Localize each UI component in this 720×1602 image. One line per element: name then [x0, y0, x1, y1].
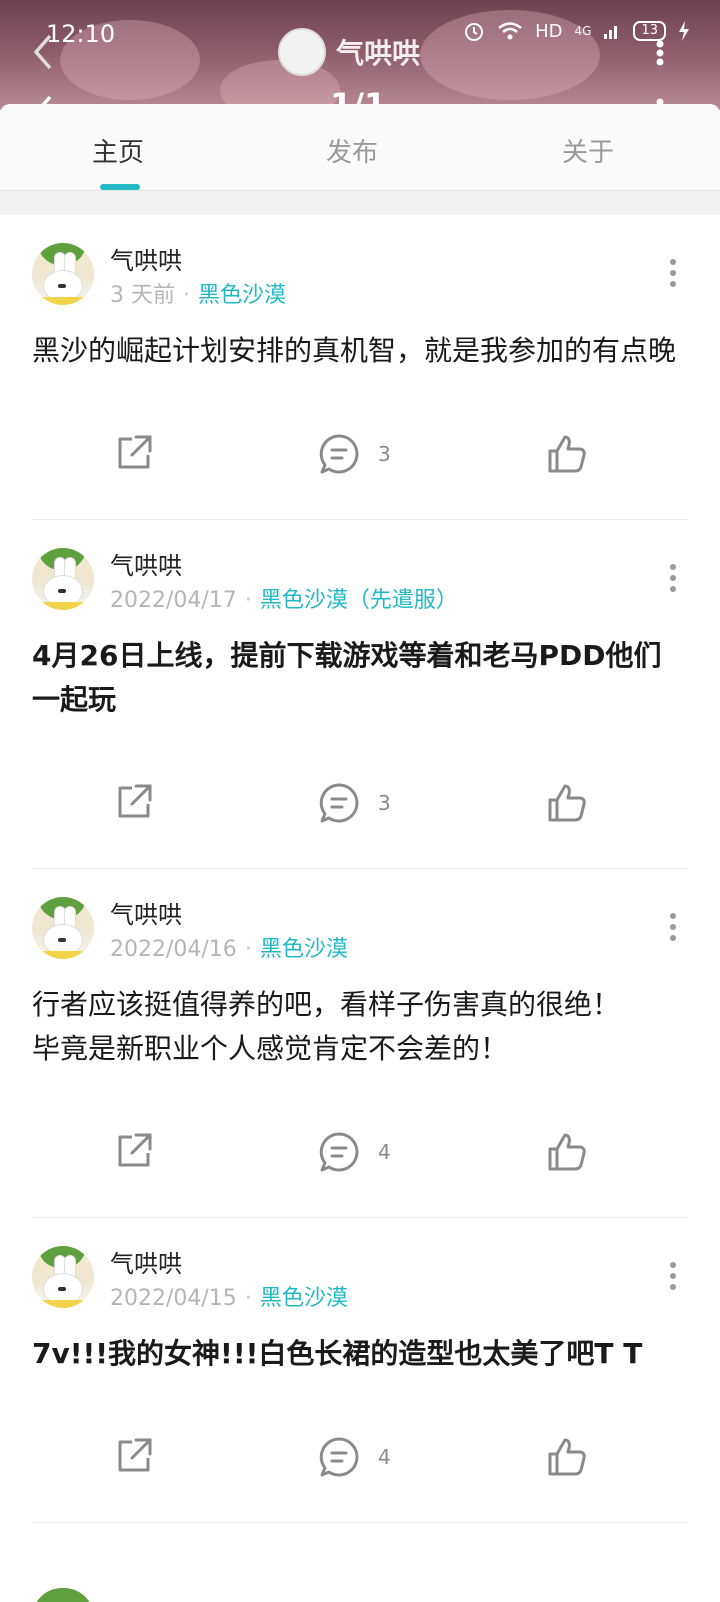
post-header: 气哄哄 2022/04/16 · 黑色沙漠	[32, 869, 688, 965]
comment-icon	[319, 1437, 359, 1477]
post-date: 2022/04/17	[110, 588, 237, 613]
share-button[interactable]	[114, 1131, 154, 1171]
post-card[interactable]: 气哄哄 3 天前 · 黑色沙漠 黑沙的崛起计划安排的真机智，就是我参加的有点晚	[32, 215, 688, 520]
post-actions: 3	[32, 409, 688, 519]
post-meta: 2022/04/17 · 黑色沙漠（先遣服）	[110, 582, 458, 614]
post-header: 气哄哄 3 天前 · 黑色沙漠	[32, 215, 688, 311]
share-button[interactable]	[114, 1436, 154, 1476]
post-date: 2022/04/15	[110, 1286, 237, 1311]
tab-about[interactable]: 关于	[528, 132, 648, 169]
section-divider	[0, 191, 720, 215]
like-button[interactable]	[546, 1436, 588, 1478]
meta-separator: ·	[244, 937, 252, 962]
meta-separator: ·	[244, 1286, 252, 1311]
post-card[interactable]: 气哄哄 2022/04/17 · 黑色沙漠（先遣服） 4月26日上线，提前下载游戏等…	[32, 520, 688, 869]
active-tab-indicator	[100, 184, 140, 190]
share-icon	[118, 1133, 152, 1167]
post-actions: 4	[32, 1107, 688, 1217]
share-icon	[118, 1438, 152, 1472]
post-card[interactable]: 气哄哄 2022/04/16 · 黑色沙漠 行者应该挺值得养的吧，看样子伤害真的很绝…	[32, 869, 688, 1218]
alarm-icon	[465, 23, 484, 41]
thumbs-up-icon	[548, 1438, 586, 1476]
avatar[interactable]	[32, 1246, 94, 1308]
back-button-faded[interactable]	[30, 32, 56, 76]
post-actions: 3	[32, 758, 688, 868]
more-button-faded[interactable]	[656, 40, 664, 70]
avatar[interactable]	[32, 243, 94, 305]
post-meta: 3 天前 · 黑色沙漠	[110, 277, 286, 309]
status-icons: HD 4G 13	[463, 20, 690, 42]
like-button[interactable]	[546, 1131, 588, 1173]
signal-icon	[604, 26, 618, 39]
thumbs-up-icon	[548, 784, 586, 822]
comment-button[interactable]: 4	[318, 1131, 391, 1173]
wifi-icon	[498, 22, 522, 40]
post-author[interactable]: 气哄哄	[110, 1244, 182, 1279]
post-content[interactable]: 黑沙的崛起计划安排的真机智，就是我参加的有点晚	[32, 311, 688, 373]
avatar[interactable]	[32, 548, 94, 610]
more-vertical-icon	[656, 40, 664, 66]
like-button[interactable]	[546, 433, 588, 475]
comment-count: 3	[378, 791, 391, 815]
post-content[interactable]: 7v!!!我的女神!!!白色长裙的造型也太美了吧T T	[32, 1314, 688, 1376]
post-more-button[interactable]	[670, 913, 678, 946]
post-author[interactable]: 气哄哄	[110, 895, 182, 930]
avatar[interactable]	[32, 897, 94, 959]
meta-separator: ·	[183, 283, 190, 308]
post-author[interactable]: 气哄哄	[110, 546, 182, 581]
comment-icon	[319, 1132, 359, 1172]
network-type: HD	[535, 20, 563, 42]
post-header: 气哄哄 2022/04/15 · 黑色沙漠	[32, 1218, 688, 1314]
tab-posts[interactable]: 发布	[292, 132, 412, 169]
signal-type: 4G	[574, 24, 592, 38]
post-header: 气哄哄 2022/04/17 · 黑色沙漠（先遣服）	[32, 520, 688, 616]
thumbs-up-icon	[548, 435, 586, 473]
post-forum-link[interactable]: 黑色沙漠	[260, 1286, 348, 1311]
post-card[interactable]: 气哄哄 2022/04/15 · 黑色沙漠 7v!!!我的女神!!!白色长裙的造型也…	[32, 1218, 688, 1523]
comment-icon	[319, 434, 359, 474]
post-content[interactable]: 行者应该挺值得养的吧，看样子伤害真的很绝！ 毕竟是新职业个人感觉肯定不会差的！	[32, 965, 688, 1071]
comment-count: 3	[378, 442, 391, 466]
post-more-button[interactable]	[670, 564, 678, 597]
comment-count: 4	[378, 1445, 391, 1469]
like-button[interactable]	[546, 782, 588, 824]
comment-button[interactable]: 3	[318, 433, 391, 475]
post-content[interactable]: 4月26日上线，提前下载游戏等着和老马PDD他们一起玩	[32, 616, 688, 722]
comment-button[interactable]: 4	[318, 1436, 391, 1478]
post-more-button[interactable]	[670, 1262, 678, 1295]
share-icon	[118, 784, 152, 818]
comment-count: 4	[378, 1140, 391, 1164]
post-feed: 气哄哄 3 天前 · 黑色沙漠 黑沙的崛起计划安排的真机智，就是我参加的有点晚	[0, 215, 720, 1523]
chevron-left-icon	[33, 34, 52, 70]
share-button[interactable]	[114, 433, 154, 473]
post-date: 3 天前	[110, 283, 175, 308]
post-forum-link[interactable]: 黑色沙漠（先遣服）	[260, 588, 458, 613]
battery-level: 13	[633, 21, 666, 41]
share-button[interactable]	[114, 782, 154, 822]
post-actions: 4	[32, 1412, 688, 1522]
status-time: 12:10	[46, 20, 116, 48]
post-meta: 2022/04/16 · 黑色沙漠	[110, 931, 348, 963]
post-date: 2022/04/16	[110, 937, 237, 962]
post-forum-link[interactable]: 黑色沙漠	[260, 937, 348, 962]
post-forum-link[interactable]: 黑色沙漠	[198, 283, 286, 308]
charging-icon	[679, 21, 689, 41]
comment-icon	[319, 783, 359, 823]
post-author[interactable]: 气哄哄	[110, 241, 182, 276]
comment-button[interactable]: 3	[318, 782, 391, 824]
tab-bar: 主页 发布 关于	[0, 104, 720, 191]
post-meta: 2022/04/15 · 黑色沙漠	[110, 1280, 348, 1312]
thumbs-up-icon	[548, 1133, 586, 1171]
meta-separator: ·	[244, 588, 252, 613]
post-more-button[interactable]	[670, 259, 678, 292]
avatar	[278, 28, 326, 76]
share-icon	[118, 435, 152, 469]
tab-home[interactable]: 主页	[58, 132, 178, 169]
collapsed-profile: 气哄哄	[278, 28, 420, 76]
header-user-name: 气哄哄	[336, 37, 421, 70]
